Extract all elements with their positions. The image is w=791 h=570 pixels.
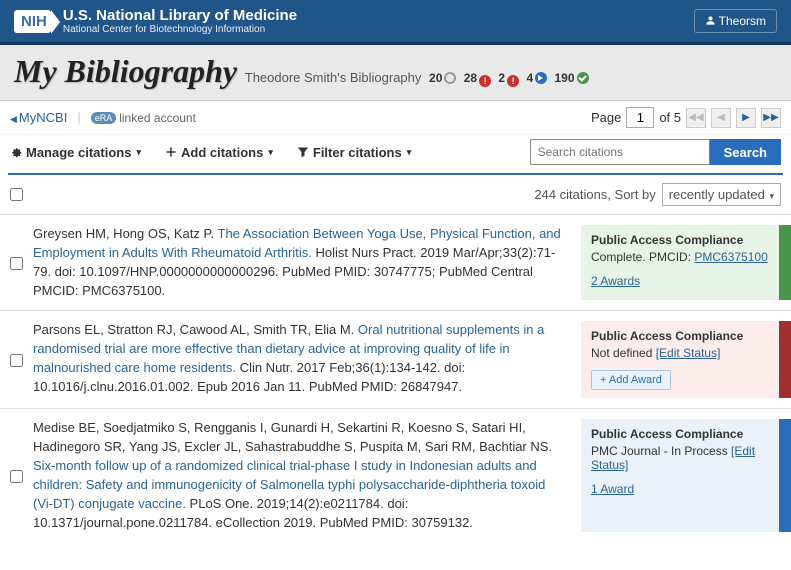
compliance-heading: Public Access Compliance bbox=[591, 329, 769, 343]
title-bar: My Bibliography Theodore Smith's Bibliog… bbox=[0, 45, 791, 101]
linked-account-link[interactable]: linked account bbox=[119, 111, 196, 125]
plus-icon bbox=[165, 146, 177, 158]
citation-text: Parsons EL, Stratton RJ, Cawood AL, Smit… bbox=[33, 321, 571, 398]
stat-badge[interactable]: 20 bbox=[429, 71, 456, 85]
compliance-panel: Public Access Compliance Complete. PMCID:… bbox=[581, 225, 791, 300]
search-button[interactable]: Search bbox=[710, 139, 781, 165]
citation-checkbox[interactable] bbox=[10, 323, 23, 398]
pmcid-link[interactable]: PMC6375100 bbox=[694, 250, 767, 264]
compliance-panel: Public Access Compliance PMC Journal - In… bbox=[581, 419, 791, 532]
org-sub: National Center for Biotechnology Inform… bbox=[63, 24, 297, 35]
stat-badge[interactable]: 2 bbox=[495, 71, 519, 85]
citation-title-link[interactable]: The Association Between Yoga Use, Physic… bbox=[33, 226, 561, 260]
stat-badge[interactable]: 28 bbox=[460, 71, 491, 85]
page-input[interactable] bbox=[626, 107, 654, 128]
manage-citations-menu[interactable]: Manage citations▾ bbox=[10, 145, 141, 160]
citation-checkbox[interactable] bbox=[10, 227, 23, 300]
nih-title-block: U.S. National Library of Medicine Nation… bbox=[63, 7, 297, 35]
citation-text: Medise BE, Soedjatmiko S, Rengganis I, G… bbox=[33, 419, 571, 532]
filter-citations-menu[interactable]: Filter citations▾ bbox=[297, 145, 411, 160]
compliance-panel: Public Access Compliance Not defined [Edi… bbox=[581, 321, 791, 398]
compliance-status: Complete. PMCID: PMC6375100 bbox=[591, 250, 769, 264]
citation-row: Greysen HM, Hong OS, Katz P. The Associa… bbox=[0, 214, 791, 310]
sort-row: 244 citations, Sort by recently updated … bbox=[0, 175, 791, 214]
gear-icon bbox=[10, 146, 22, 158]
citation-text: Greysen HM, Hong OS, Katz P. The Associa… bbox=[33, 225, 571, 300]
pager-next-button[interactable]: ▶ bbox=[736, 108, 756, 128]
nih-header: NIH U.S. National Library of Medicine Na… bbox=[0, 0, 791, 45]
bib-subtitle: Theodore Smith's Bibliography bbox=[245, 70, 422, 85]
page-title: My Bibliography bbox=[14, 53, 237, 89]
toolbar: MyNCBI | eRA linked account Page of 5 ◀◀… bbox=[0, 101, 791, 135]
sort-select[interactable]: recently updated ▾ bbox=[662, 183, 781, 206]
add-citations-menu[interactable]: Add citations▾ bbox=[165, 145, 273, 160]
compliance-heading: Public Access Compliance bbox=[591, 233, 769, 247]
pager-first-button[interactable]: ◀◀ bbox=[686, 108, 706, 128]
pager-last-button[interactable]: ▶▶ bbox=[761, 108, 781, 128]
citation-count: 244 citations, Sort by bbox=[534, 187, 655, 202]
user-icon bbox=[705, 15, 716, 26]
org-name: U.S. National Library of Medicine bbox=[63, 7, 297, 24]
user-menu[interactable]: Theorsm bbox=[694, 9, 777, 33]
pager-prev-button[interactable]: ◀ bbox=[711, 108, 731, 128]
compliance-status: PMC Journal - In Process [Edit Status] bbox=[591, 444, 769, 472]
citation-row: Parsons EL, Stratton RJ, Cawood AL, Smit… bbox=[0, 310, 791, 408]
actions-row: Manage citations▾ Add citations▾ Filter … bbox=[0, 135, 791, 173]
stat-badge[interactable]: 4 bbox=[523, 71, 547, 85]
citation-checkbox[interactable] bbox=[10, 421, 23, 532]
search-input[interactable] bbox=[530, 139, 710, 165]
add-award-button[interactable]: + Add Award bbox=[591, 370, 671, 390]
era-badge: eRA bbox=[91, 112, 117, 124]
awards-link[interactable]: 2 Awards bbox=[591, 274, 769, 288]
edit-status-link[interactable]: [Edit Status] bbox=[591, 444, 755, 472]
citation-title-link[interactable]: Six-month follow up of a randomized clin… bbox=[33, 458, 545, 511]
select-all-checkbox[interactable] bbox=[10, 188, 23, 201]
filter-icon bbox=[297, 146, 309, 158]
stat-badge[interactable]: 190 bbox=[551, 71, 588, 85]
awards-link[interactable]: 1 Award bbox=[591, 482, 769, 496]
nih-logo: NIH bbox=[14, 10, 51, 33]
pager: Page of 5 ◀◀ ◀ ▶ ▶▶ bbox=[591, 107, 781, 128]
edit-status-link[interactable]: [Edit Status] bbox=[656, 346, 721, 360]
page-total: of 5 bbox=[659, 110, 681, 125]
compliance-status: Not defined [Edit Status] bbox=[591, 346, 769, 360]
page-label: Page bbox=[591, 110, 621, 125]
back-myncbi-link[interactable]: MyNCBI bbox=[10, 110, 67, 125]
compliance-heading: Public Access Compliance bbox=[591, 427, 769, 441]
citation-title-link[interactable]: Oral nutritional supplements in a random… bbox=[33, 322, 544, 375]
citation-row: Medise BE, Soedjatmiko S, Rengganis I, G… bbox=[0, 408, 791, 542]
